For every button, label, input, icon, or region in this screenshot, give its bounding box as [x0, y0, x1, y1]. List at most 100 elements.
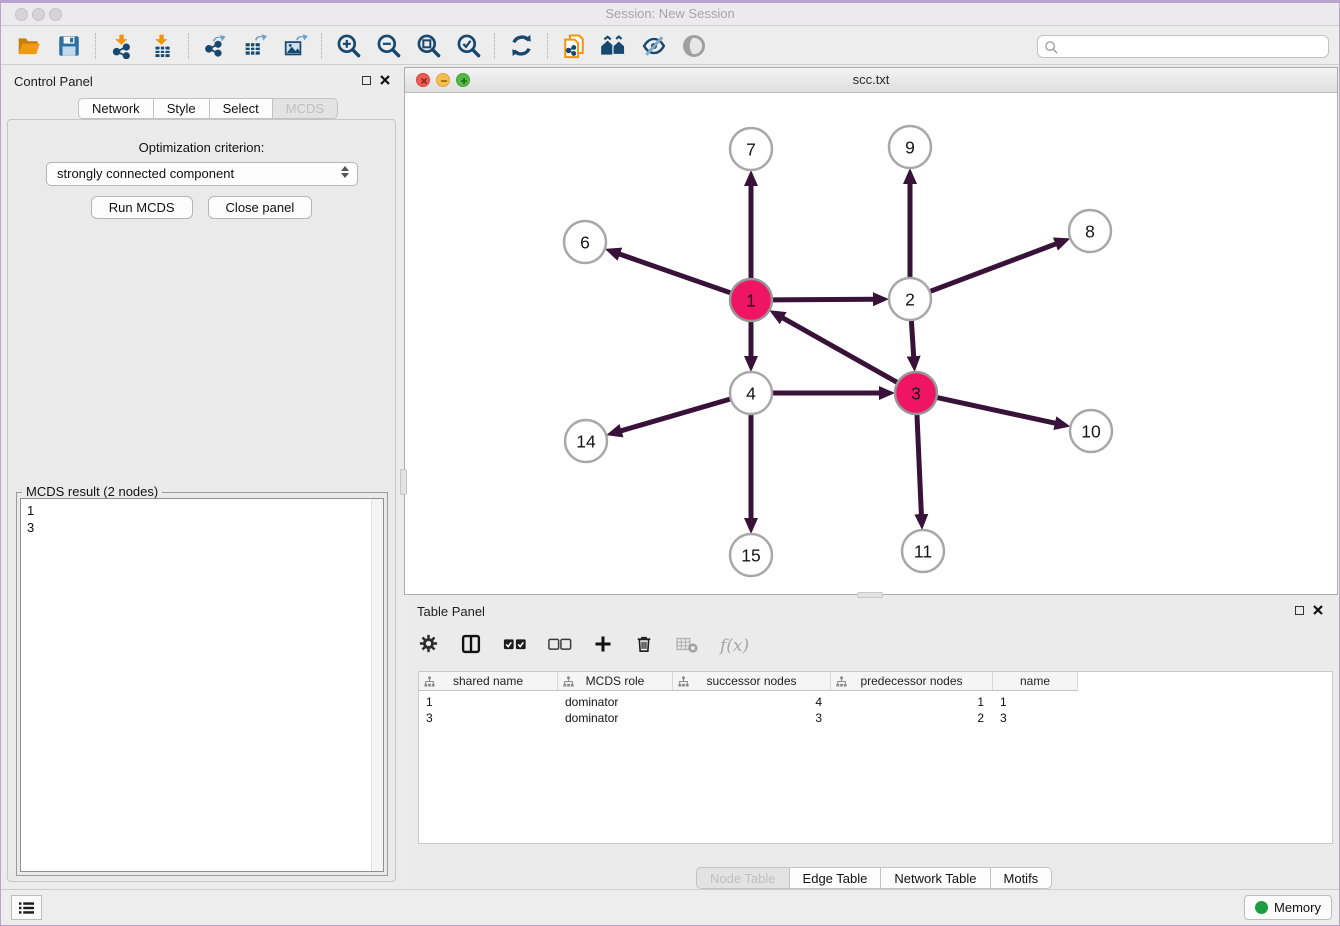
- cell-predecessor-nodes[interactable]: 1: [831, 694, 993, 710]
- apply-layout-icon[interactable]: [594, 30, 634, 62]
- column-type-icon: [563, 676, 574, 687]
- graph-node-2[interactable]: 2: [889, 278, 931, 320]
- graph-edge-3-11: [917, 414, 921, 515]
- mcds-result-text[interactable]: 1 3: [20, 498, 384, 872]
- add-column-icon[interactable]: [593, 634, 613, 659]
- zoom-in-icon[interactable]: [328, 30, 368, 62]
- window-titlebar: Session: New Session: [1, 3, 1339, 26]
- dropdown-value: strongly connected component: [57, 166, 234, 181]
- open-session-icon[interactable]: [9, 30, 49, 62]
- cell-shared-name[interactable]: 3: [419, 710, 558, 726]
- close-panel-button[interactable]: Close panel: [208, 196, 313, 219]
- export-image-icon[interactable]: [275, 30, 315, 62]
- tab-network-table[interactable]: Network Table: [881, 867, 990, 889]
- search-input[interactable]: [1062, 37, 1322, 56]
- network-view-window: scc.txt 1 2 3 4 6 7 8 9 10 11 14 15: [404, 67, 1338, 595]
- unselect-all-icon[interactable]: [548, 635, 572, 658]
- function-builder-icon[interactable]: f(x): [720, 636, 749, 656]
- control-panel: Control Panel Network Style Select MCDS …: [1, 65, 403, 893]
- graph-node-label: 6: [580, 232, 590, 252]
- column-header-predecessor-nodes[interactable]: predecessor nodes: [831, 672, 993, 691]
- tab-network[interactable]: Network: [78, 98, 154, 119]
- settings-gear-icon[interactable]: [418, 633, 439, 659]
- tab-mcds[interactable]: MCDS: [273, 98, 338, 119]
- float-panel-icon[interactable]: [362, 76, 371, 85]
- mcds-result-group: MCDS result (2 nodes) 1 3: [16, 492, 388, 876]
- graphics-details-icon[interactable]: [634, 30, 674, 62]
- status-bar: Memory: [1, 889, 1339, 925]
- column-header-successor-nodes[interactable]: successor nodes: [673, 672, 831, 691]
- node-table[interactable]: shared name MCDS role successor nodes pr…: [418, 671, 1333, 844]
- memory-status-icon: [1255, 901, 1268, 914]
- close-panel-icon[interactable]: [379, 74, 391, 86]
- toolbar-separator: [188, 33, 189, 59]
- column-type-icon: [836, 676, 847, 687]
- graph-node-8[interactable]: 8: [1069, 210, 1111, 252]
- cell-mcds-role[interactable]: dominator: [558, 694, 673, 710]
- table-row[interactable]: 1 dominator 4 1 1: [419, 694, 1332, 710]
- graph-node-6[interactable]: 6: [564, 221, 606, 263]
- cell-predecessor-nodes[interactable]: 2: [831, 710, 993, 726]
- tab-motifs[interactable]: Motifs: [991, 867, 1053, 889]
- zoom-out-icon[interactable]: [368, 30, 408, 62]
- run-mcds-button[interactable]: Run MCDS: [91, 196, 193, 219]
- cell-name[interactable]: 3: [993, 710, 1078, 726]
- export-table-icon[interactable]: [235, 30, 275, 62]
- graph-node-label: 9: [905, 137, 915, 157]
- task-history-button[interactable]: [11, 895, 42, 920]
- clone-network-icon[interactable]: [554, 30, 594, 62]
- graph-node-10[interactable]: 10: [1070, 410, 1112, 452]
- column-type-icon: [678, 676, 689, 687]
- toggle-column-icon[interactable]: [460, 633, 482, 660]
- cell-name[interactable]: 1: [993, 694, 1078, 710]
- graph-node-14[interactable]: 14: [565, 420, 607, 462]
- cell-mcds-role[interactable]: dominator: [558, 710, 673, 726]
- refresh-view-icon[interactable]: [501, 30, 541, 62]
- column-header-shared-name[interactable]: shared name: [419, 672, 558, 691]
- select-all-icon[interactable]: [503, 635, 527, 658]
- table-row[interactable]: 3 dominator 3 2 3: [419, 710, 1332, 726]
- graph-node-7[interactable]: 7: [730, 128, 772, 170]
- delete-column-icon[interactable]: [634, 634, 654, 659]
- graph-node-4[interactable]: 4: [730, 372, 772, 414]
- graph-node-label: 14: [576, 431, 596, 451]
- float-table-panel-icon[interactable]: [1295, 606, 1304, 615]
- graph-node-3[interactable]: 3: [895, 372, 937, 414]
- tab-style[interactable]: Style: [154, 98, 210, 119]
- zoom-fit-icon[interactable]: [408, 30, 448, 62]
- network-graph[interactable]: 1 2 3 4 6 7 8 9 10 11 14 15: [405, 93, 1337, 594]
- tab-node-table[interactable]: Node Table: [696, 867, 790, 889]
- graph-node-label: 1: [746, 290, 756, 310]
- cell-successor-nodes[interactable]: 4: [673, 694, 831, 710]
- graph-edge-2-8: [930, 244, 1057, 292]
- close-table-panel-icon[interactable]: [1312, 604, 1324, 616]
- vertical-splitter-grip[interactable]: [400, 469, 407, 495]
- graph-node-15[interactable]: 15: [730, 534, 772, 576]
- import-network-icon[interactable]: [102, 30, 142, 62]
- graph-node-9[interactable]: 9: [889, 126, 931, 168]
- graph-edge-1-2: [772, 299, 874, 300]
- horizontal-splitter-grip[interactable]: [857, 592, 883, 598]
- tab-select[interactable]: Select: [210, 98, 273, 119]
- birds-eye-view-icon[interactable]: [674, 30, 714, 62]
- cell-successor-nodes[interactable]: 3: [673, 710, 831, 726]
- graph-edge-4-14: [621, 399, 731, 431]
- search-field[interactable]: [1037, 35, 1329, 58]
- optimization-criterion-dropdown[interactable]: strongly connected component: [46, 162, 358, 186]
- toolbar-separator: [321, 33, 322, 59]
- import-table-icon[interactable]: [142, 30, 182, 62]
- memory-button[interactable]: Memory: [1244, 895, 1332, 920]
- network-window-titlebar[interactable]: scc.txt: [405, 68, 1337, 93]
- graph-node-1[interactable]: 1: [730, 279, 772, 321]
- export-network-icon[interactable]: [195, 30, 235, 62]
- graph-node-11[interactable]: 11: [902, 530, 944, 572]
- cell-shared-name[interactable]: 1: [419, 694, 558, 710]
- column-header-mcds-role[interactable]: MCDS role: [558, 672, 673, 691]
- tab-edge-table[interactable]: Edge Table: [790, 867, 882, 889]
- save-session-icon[interactable]: [49, 30, 89, 62]
- graph-node-label: 2: [905, 289, 915, 309]
- zoom-selected-icon[interactable]: [448, 30, 488, 62]
- delete-table-icon[interactable]: [675, 634, 699, 659]
- column-header-name[interactable]: name: [993, 672, 1078, 691]
- result-scrollbar[interactable]: [371, 499, 383, 871]
